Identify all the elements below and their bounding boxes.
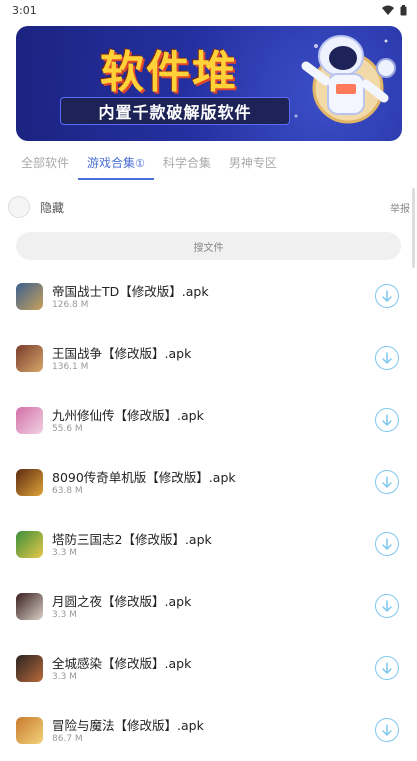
- tab-label: 男神专区: [228, 156, 277, 170]
- download-button[interactable]: [375, 470, 399, 494]
- status-time: 3:01: [12, 3, 37, 17]
- app-size: 136.1 M: [52, 362, 89, 372]
- tab-science-collection[interactable]: 科学合集: [154, 150, 220, 180]
- download-button[interactable]: [375, 594, 399, 618]
- download-icon: [382, 723, 392, 736]
- download-icon: [382, 289, 392, 302]
- download-button[interactable]: [375, 718, 399, 742]
- search-input[interactable]: 搜文件: [16, 232, 401, 260]
- options-row: 隐藏 举报: [8, 194, 410, 220]
- report-link[interactable]: 举报: [390, 200, 410, 215]
- status-bar: 3:01: [0, 0, 417, 20]
- search-placeholder: 搜文件: [193, 242, 224, 254]
- hide-label: 隐藏: [40, 200, 65, 215]
- download-icon: [382, 661, 392, 674]
- app-icon: [16, 407, 43, 434]
- download-icon: [382, 351, 392, 364]
- wifi-icon: [382, 5, 394, 15]
- app-icon: [16, 531, 43, 558]
- app-size: 3.3 M: [52, 672, 77, 682]
- app-size: 3.3 M: [52, 548, 77, 558]
- app-size: 3.3 M: [52, 610, 77, 620]
- tab-male-zone[interactable]: 男神专区: [220, 150, 286, 180]
- app-icon: [16, 655, 43, 682]
- astronaut-illustration: [294, 35, 396, 124]
- banner-title: 软件堆: [100, 47, 238, 98]
- tab-label: 全部软件: [21, 156, 70, 170]
- list-item[interactable]: 8090传奇单机版【修改版】.apk 63.8 M: [0, 451, 417, 513]
- list-item[interactable]: 王国战争【修改版】.apk 136.1 M: [0, 327, 417, 389]
- app-icon: [16, 345, 43, 372]
- app-name: 帝国战士TD【修改版】.apk: [52, 284, 209, 299]
- app-name: 月圆之夜【修改版】.apk: [52, 594, 192, 609]
- list-item[interactable]: 九州修仙传【修改版】.apk 55.6 M: [0, 389, 417, 451]
- tab-game-collection[interactable]: 游戏合集①: [78, 150, 154, 180]
- category-tabs: 全部软件 游戏合集① 科学合集 男神专区: [12, 150, 286, 180]
- tab-badge: ①: [135, 157, 145, 170]
- app-name: 王国战争【修改版】.apk: [52, 346, 192, 361]
- app-name: 全城感染【修改版】.apk: [52, 656, 192, 671]
- app-size: 86.7 M: [52, 734, 83, 744]
- app-name: 冒险与魔法【修改版】.apk: [52, 718, 204, 733]
- app-icon: [16, 593, 43, 620]
- app-icon: [16, 283, 43, 310]
- promo-banner[interactable]: 软件堆 内置千款破解版软件: [16, 26, 402, 141]
- banner-subtitle: 内置千款破解版软件: [98, 103, 252, 122]
- tab-label: 游戏合集: [87, 156, 136, 170]
- download-button[interactable]: [375, 532, 399, 556]
- app-size: 126.8 M: [52, 300, 89, 310]
- download-button[interactable]: [375, 346, 399, 370]
- status-icons: [382, 4, 407, 16]
- list-item[interactable]: 帝国战士TD【修改版】.apk 126.8 M: [0, 265, 417, 327]
- download-icon: [382, 475, 392, 488]
- list-item[interactable]: 塔防三国志2【修改版】.apk 3.3 M: [0, 513, 417, 575]
- app-name: 九州修仙传【修改版】.apk: [52, 408, 204, 423]
- list-item[interactable]: 月圆之夜【修改版】.apk 3.3 M: [0, 575, 417, 637]
- app-name: 塔防三国志2【修改版】.apk: [52, 532, 212, 547]
- app-size: 63.8 M: [52, 486, 83, 496]
- download-icon: [382, 413, 392, 426]
- app-icon: [16, 469, 43, 496]
- list-item[interactable]: 全城感染【修改版】.apk 3.3 M: [0, 637, 417, 699]
- download-button[interactable]: [375, 408, 399, 432]
- hide-toggle[interactable]: [8, 196, 30, 218]
- banner-subtitle-box: 内置千款破解版软件: [60, 97, 290, 125]
- tab-all-software[interactable]: 全部软件: [12, 150, 78, 180]
- download-button[interactable]: [375, 656, 399, 680]
- battery-icon: [400, 4, 407, 15]
- download-icon: [382, 537, 392, 550]
- app-list: 帝国战士TD【修改版】.apk 126.8 M 王国战争【修改版】.apk 136.1…: [0, 265, 417, 761]
- app-name: 8090传奇单机版【修改版】.apk: [52, 470, 236, 485]
- app-icon: [16, 717, 43, 744]
- download-icon: [382, 599, 392, 612]
- tab-label: 科学合集: [162, 156, 211, 170]
- app-size: 55.6 M: [52, 424, 83, 434]
- download-button[interactable]: [375, 284, 399, 308]
- list-item[interactable]: 冒险与魔法【修改版】.apk 86.7 M: [0, 699, 417, 761]
- scrollbar[interactable]: [412, 188, 415, 268]
